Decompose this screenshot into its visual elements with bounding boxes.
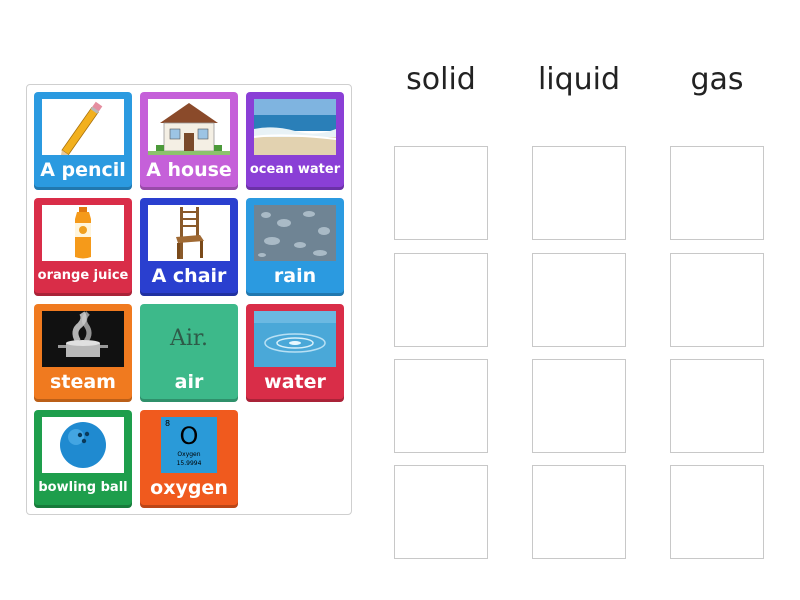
card-ocean-water[interactable]: ocean water	[246, 92, 344, 190]
orange-juice-bottle-icon	[42, 205, 124, 261]
house-icon	[148, 99, 230, 155]
category-header-liquid: liquid	[537, 62, 621, 97]
card-water[interactable]: water	[246, 304, 344, 402]
drop-slot-solid-2[interactable]	[394, 253, 488, 347]
pencil-icon	[42, 99, 124, 155]
element-name: Oxygen	[177, 451, 201, 458]
drop-slot-gas-1[interactable]	[670, 146, 764, 240]
steam-pot-icon	[42, 311, 124, 367]
ocean-icon	[254, 99, 336, 155]
card-bowling-ball[interactable]: bowling ball	[34, 410, 132, 508]
element-mass: 15.9994	[176, 460, 202, 467]
card-label: bowling ball	[38, 480, 128, 495]
card-label: steam	[50, 371, 116, 393]
card-orange-juice[interactable]: orange juice	[34, 198, 132, 296]
card-oxygen[interactable]: 8 O Oxygen 15.9994 oxygen	[140, 410, 238, 508]
category-header-solid: solid	[406, 62, 476, 97]
drop-slot-solid-4[interactable]	[394, 465, 488, 559]
card-a-pencil[interactable]: A pencil	[34, 92, 132, 190]
drop-slot-gas-4[interactable]	[670, 465, 764, 559]
air-image-text: Air.	[169, 326, 209, 351]
drop-slot-solid-3[interactable]	[394, 359, 488, 453]
drop-slot-liquid-2[interactable]	[532, 253, 626, 347]
drop-slot-liquid-4[interactable]	[532, 465, 626, 559]
bowling-ball-icon	[42, 417, 124, 473]
card-label: air	[174, 371, 204, 393]
chair-icon	[148, 205, 230, 261]
oxygen-element-icon: 8 O Oxygen 15.9994	[161, 417, 217, 473]
category-header-gas: gas	[690, 62, 744, 97]
card-rain[interactable]: rain	[246, 198, 344, 296]
drop-slot-gas-2[interactable]	[670, 253, 764, 347]
card-label: orange juice	[37, 268, 129, 283]
card-a-chair[interactable]: A chair	[140, 198, 238, 296]
card-steam[interactable]: steam	[34, 304, 132, 402]
card-label: water	[264, 371, 326, 393]
drop-slot-liquid-3[interactable]	[532, 359, 626, 453]
drop-slot-gas-3[interactable]	[670, 359, 764, 453]
drop-slot-solid-1[interactable]	[394, 146, 488, 240]
raindrops-icon	[254, 205, 336, 261]
card-air[interactable]: Air. air	[140, 304, 238, 402]
card-bank: A pencil A house ocean water orange juic…	[26, 84, 352, 515]
card-label: A chair	[151, 265, 227, 287]
card-label: A house	[146, 159, 232, 181]
card-label: A pencil	[40, 159, 126, 181]
air-text-icon: Air.	[148, 311, 230, 367]
water-ripple-icon	[254, 311, 336, 367]
card-label: rain	[273, 265, 317, 287]
drop-slot-liquid-1[interactable]	[532, 146, 626, 240]
card-label: oxygen	[150, 477, 228, 499]
card-a-house[interactable]: A house	[140, 92, 238, 190]
card-label: ocean water	[249, 162, 341, 177]
element-symbol: O	[179, 422, 199, 450]
